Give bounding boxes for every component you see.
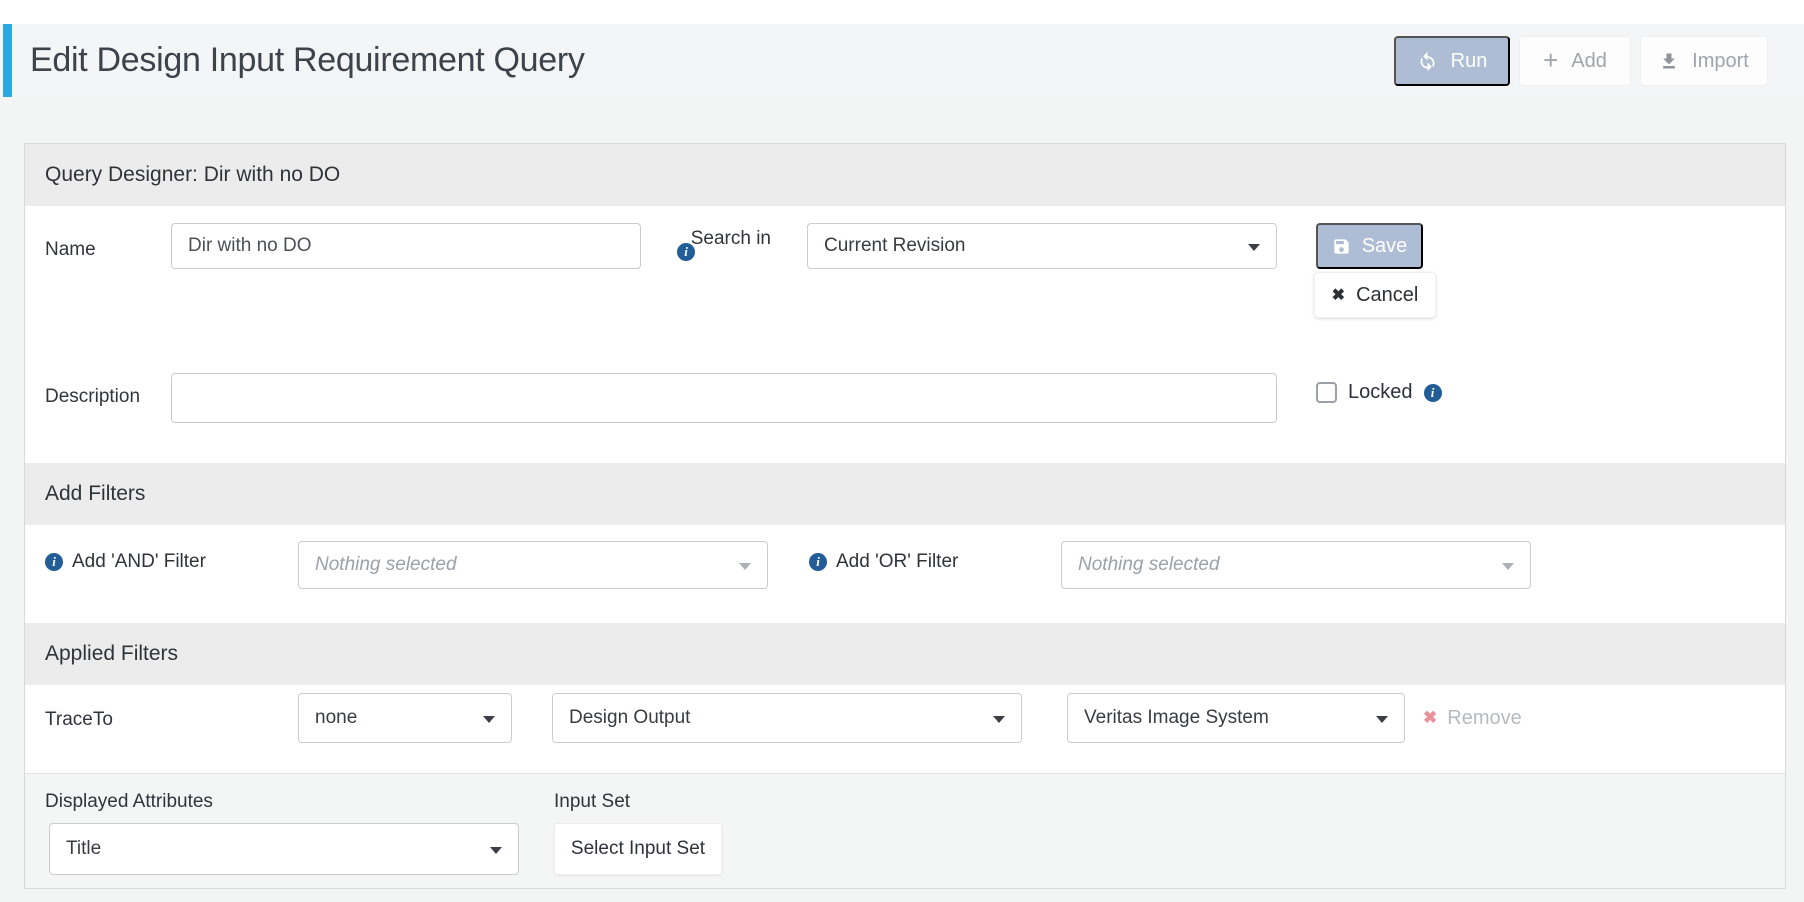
locked-checkbox[interactable]	[1316, 382, 1337, 403]
add-button[interactable]: + Add	[1519, 36, 1631, 86]
search-in-label: Search in	[685, 225, 771, 252]
info-icon[interactable]: i	[809, 553, 827, 571]
save-button-label: Save	[1362, 235, 1408, 258]
add-filters-section-title: Add Filters	[45, 463, 1785, 525]
remove-filter-button[interactable]: ✖ Remove	[1423, 693, 1522, 743]
name-input[interactable]	[171, 223, 641, 269]
add-or-filter-select[interactable]: Nothing selected	[1061, 541, 1531, 589]
query-designer-section-title: Query Designer: Dir with no DO	[45, 144, 1785, 206]
locked-label: Locked	[1348, 381, 1413, 404]
page-title: Edit Design Input Requirement Query	[30, 24, 585, 97]
displayed-attributes-label: Displayed Attributes	[45, 791, 213, 813]
import-button-label: Import	[1692, 50, 1749, 73]
add-filters-section-header: Add Filters	[25, 463, 1785, 525]
info-icon[interactable]: i	[1424, 384, 1442, 402]
description-input[interactable]	[171, 373, 1277, 423]
add-or-filter-label-group: i Add 'OR' Filter	[809, 551, 958, 573]
plus-icon: +	[1543, 47, 1558, 73]
add-and-filter-placeholder: Nothing selected	[315, 554, 457, 576]
add-and-filter-select[interactable]: Nothing selected	[298, 541, 768, 589]
name-label: Name	[45, 239, 96, 261]
close-icon: ✖	[1423, 708, 1437, 728]
traceto-target-type-select[interactable]: Design Output	[552, 693, 1022, 743]
run-button[interactable]: Run	[1394, 36, 1510, 86]
page: Edit Design Input Requirement Query Run …	[0, 0, 1804, 902]
add-or-filter-label: Add 'OR' Filter	[836, 551, 958, 573]
traceto-option-select[interactable]: none	[298, 693, 512, 743]
add-and-filter-label: Add 'AND' Filter	[72, 551, 206, 573]
query-designer-section-header: Query Designer: Dir with no DO	[25, 144, 1785, 206]
chevron-down-icon	[1376, 716, 1388, 723]
remove-filter-label: Remove	[1447, 707, 1521, 730]
displayed-attributes-value: Title	[66, 838, 101, 860]
save-button[interactable]: Save	[1316, 223, 1423, 269]
chevron-down-icon	[490, 847, 502, 854]
traceto-project-select[interactable]: Veritas Image System	[1067, 693, 1405, 743]
add-or-filter-placeholder: Nothing selected	[1078, 554, 1220, 576]
toolbar: Run + Add Import	[1394, 36, 1768, 86]
traceto-filter-label: TraceTo	[45, 709, 113, 731]
download-icon	[1659, 51, 1679, 71]
chevron-down-icon	[483, 716, 495, 723]
floppy-disk-icon	[1332, 237, 1351, 256]
card-footer: Displayed Attributes Title Input Set Sel…	[25, 773, 1785, 888]
traceto-option-value: none	[315, 707, 357, 729]
query-designer-card: Query Designer: Dir with no DO Name i Se…	[24, 143, 1786, 889]
accent-bar	[3, 24, 12, 97]
chevron-down-icon	[993, 716, 1005, 723]
page-header: Edit Design Input Requirement Query Run …	[0, 24, 1804, 97]
refresh-icon	[1417, 51, 1438, 72]
cancel-button-label: Cancel	[1356, 284, 1418, 307]
traceto-target-type-value: Design Output	[569, 707, 690, 729]
locked-group: Locked i	[1316, 381, 1442, 404]
description-label: Description	[45, 386, 140, 408]
displayed-attributes-select[interactable]: Title	[49, 823, 519, 875]
input-set-label: Input Set	[554, 791, 630, 813]
traceto-project-value: Veritas Image System	[1084, 707, 1269, 729]
applied-filters-section-title: Applied Filters	[45, 623, 1785, 685]
search-in-select-value: Current Revision	[824, 235, 966, 257]
cancel-button[interactable]: ✖ Cancel	[1314, 272, 1436, 318]
select-input-set-label: Select Input Set	[571, 838, 705, 860]
info-icon[interactable]: i	[45, 553, 63, 571]
chevron-down-icon	[1248, 244, 1260, 251]
add-and-filter-label-group: i Add 'AND' Filter	[45, 551, 206, 573]
run-button-label: Run	[1451, 50, 1488, 73]
applied-filters-section-header: Applied Filters	[25, 623, 1785, 685]
import-button[interactable]: Import	[1640, 36, 1768, 86]
select-input-set-button[interactable]: Select Input Set	[554, 823, 722, 875]
close-icon: ✖	[1332, 285, 1345, 305]
chevron-down-icon	[1502, 563, 1514, 570]
add-button-label: Add	[1571, 50, 1607, 73]
page-background: Query Designer: Dir with no DO Name i Se…	[0, 97, 1804, 902]
search-in-select[interactable]: Current Revision	[807, 223, 1277, 269]
chevron-down-icon	[739, 563, 751, 570]
